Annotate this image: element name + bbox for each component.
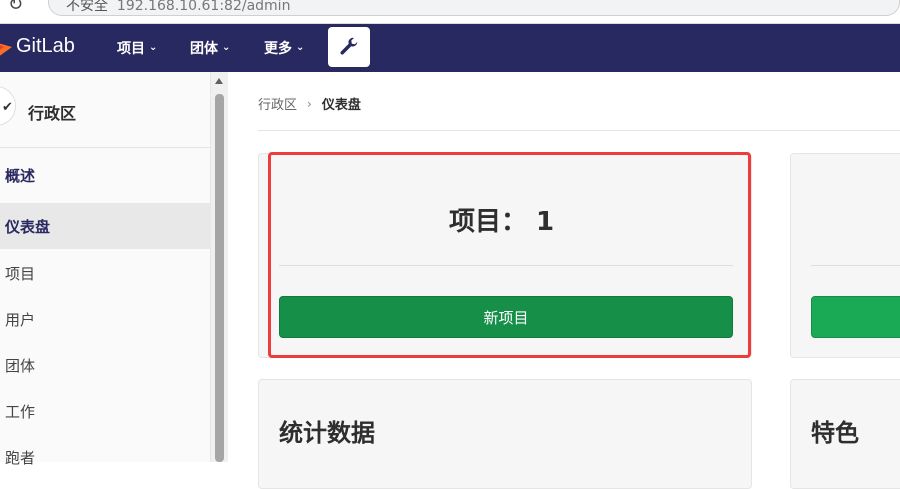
top-navbar: GitLab 项目 ⌄ 团体 ⌄ 更多 ⌄ — [0, 24, 900, 72]
scroll-up-arrow-icon[interactable] — [215, 78, 223, 84]
chevron-down-icon: ⌄ — [222, 41, 231, 53]
card-divider — [811, 265, 900, 266]
wrench-icon — [340, 37, 358, 55]
menu-projects-label: 项目 — [117, 41, 145, 57]
security-label: 不安全 — [66, 0, 108, 14]
sidebar-item-runners[interactable]: 跑者 — [0, 434, 211, 480]
sidebar-item-overview[interactable]: 概述 — [0, 152, 211, 198]
sidebar-item-label: 项目 — [5, 264, 36, 283]
scrollbar-thumb[interactable] — [215, 94, 224, 462]
sidebar-item-label: 团体 — [5, 356, 36, 375]
users-card — [790, 153, 900, 358]
highlight-box — [268, 152, 751, 358]
sidebar-item-label: 概述 — [5, 166, 36, 185]
sidebar-item-dashboard[interactable]: 仪表盘 — [0, 203, 211, 249]
sidebar-header[interactable]: ✔ 行政区 — [0, 72, 211, 148]
new-user-button[interactable] — [811, 296, 900, 338]
browser-toolbar: ↻ 不安全 192.168.10.61:82/admin — [0, 0, 900, 24]
chevron-right-icon: › — [307, 96, 312, 111]
features-card: 特色 — [790, 379, 900, 489]
statistics-title: 统计数据 — [279, 419, 375, 447]
chevron-down-icon: ⌄ — [296, 41, 305, 53]
menu-groups-label: 团体 — [190, 41, 218, 57]
chevron-down-icon: ⌄ — [149, 41, 158, 53]
sidebar-item-label: 跑者 — [5, 448, 36, 467]
sidebar-item-jobs[interactable]: 工作 — [0, 388, 211, 434]
sidebar-item-projects[interactable]: 项目 — [0, 250, 211, 296]
menu-projects[interactable]: 项目 ⌄ — [117, 38, 157, 58]
sidebar-item-groups[interactable]: 团体 — [0, 342, 211, 388]
breadcrumb-parent[interactable]: 行政区 — [258, 94, 297, 113]
admin-area-button[interactable] — [328, 27, 370, 67]
sidebar-item-label: 仪表盘 — [5, 217, 51, 236]
sidebar-item-label: 工作 — [5, 402, 36, 421]
sidebar-title: 行政区 — [28, 104, 77, 123]
breadcrumb-current[interactable]: 仪表盘 — [322, 94, 361, 113]
sidebar: ✔ 行政区 概述 仪表盘 项目 用户 团体 工作 跑者 — [0, 72, 211, 467]
statistics-card: 统计数据 — [258, 379, 752, 489]
menu-more-label: 更多 — [264, 41, 292, 57]
brand-name[interactable]: GitLab — [16, 35, 75, 58]
address-text[interactable]: 不安全 192.168.10.61:82/admin — [66, 0, 290, 15]
gitlab-logo-icon[interactable] — [0, 34, 12, 60]
wrench-icon: ✔ — [2, 100, 13, 115]
sidebar-item-users[interactable]: 用户 — [0, 296, 211, 342]
menu-more[interactable]: 更多 ⌄ — [264, 38, 304, 58]
features-title: 特色 — [811, 419, 859, 447]
sidebar-item-label: 用户 — [5, 310, 36, 329]
sidebar-scrollbar[interactable] — [211, 72, 228, 462]
breadcrumb-divider — [258, 130, 900, 131]
breadcrumb: 行政区 › 仪表盘 — [258, 94, 361, 114]
reload-icon[interactable]: ↻ — [8, 0, 23, 15]
menu-groups[interactable]: 团体 ⌄ — [190, 38, 230, 58]
url-text: 192.168.10.61:82/admin — [116, 0, 291, 14]
